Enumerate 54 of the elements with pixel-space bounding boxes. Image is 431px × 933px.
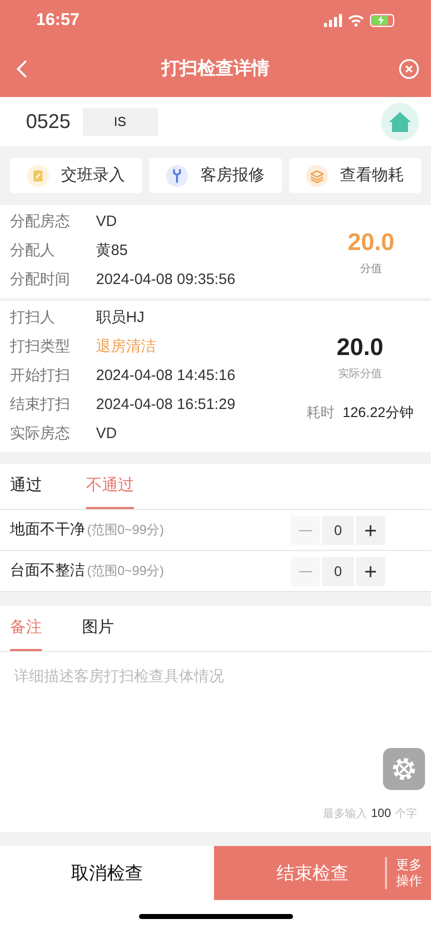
field-label: 打扫类型 [10,337,71,358]
field-value: 2024-04-08 14:45:16 [96,366,236,386]
field-label: 结束打扫 [10,395,71,416]
back-icon [16,58,28,78]
layers-icon [306,164,328,186]
home-icon [388,110,412,132]
increment-button[interactable]: + [356,556,385,586]
field-label: 分配房态 [10,212,71,232]
quantity-field[interactable]: 0 [322,556,354,586]
field-label: 分配人 [10,241,56,262]
field-value: VD [96,424,117,444]
field-label: 分配时间 [10,270,71,290]
score-label: 分值 [360,262,382,278]
duration-value: 126.22分钟 [342,403,414,422]
signal-icon [324,14,342,26]
quantity-field[interactable]: 0 [322,516,354,544]
field-value: 职员HJ [96,308,144,328]
actual-score-label: 实际分值 [338,366,382,382]
score: 20.0 [348,228,394,258]
wrench-icon [166,164,188,186]
deduction-label: 台面不整洁 [10,560,85,581]
limit-prefix: 最多输入 [322,806,367,822]
limit-suffix: 个字 [395,806,417,822]
action-button[interactable]: 查看物耗 [288,158,421,193]
limit-count: 100 [370,804,391,822]
room-number: 0525 [26,110,70,134]
close-icon [398,58,420,80]
cancel-button[interactable]: 取消检查 [0,846,214,900]
field-value: 退房清洁 [96,337,156,358]
deduction-label: 地面不干净 [10,520,85,540]
actual-score: 20.0 [336,332,384,363]
tab[interactable]: 图片 [82,606,114,651]
room-status: IS [82,108,158,136]
settings-button[interactable] [383,748,425,790]
field-value: 2024-04-08 16:51:29 [96,395,236,416]
status-time: 16:57 [36,9,80,32]
field-label: 实际房态 [10,424,71,444]
wifi-icon [348,14,364,26]
field-value: 黄85 [96,241,128,262]
field-value: VD [96,212,117,232]
field-label: 打扫人 [10,308,56,328]
tab[interactable]: 通过 [10,464,42,509]
clipboard-icon [27,164,50,186]
duration-label: 耗时 [306,403,335,422]
page-title: 打扫检查详情 [162,57,270,80]
deduction-range: (范围0~99分) [87,562,164,580]
home-button[interactable] [381,102,419,140]
battery-icon [370,14,395,26]
increment-button[interactable]: + [356,516,385,544]
action-button[interactable]: 客房报修 [149,158,282,193]
deduction-range: (范围0~99分) [87,521,164,540]
action-button[interactable]: 交班录入 [10,158,142,193]
field-value: 2024-04-08 09:35:56 [96,270,236,290]
field-label: 开始打扫 [10,366,71,386]
